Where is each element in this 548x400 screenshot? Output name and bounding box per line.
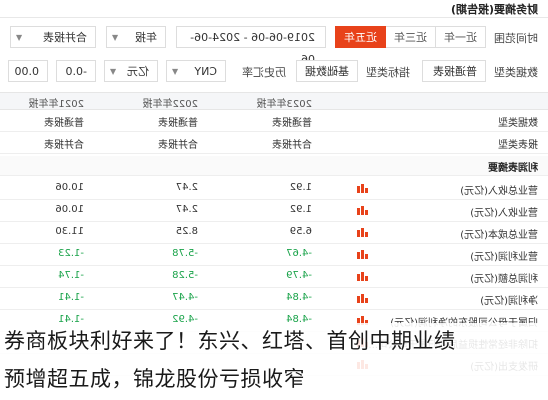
- cell-value: 2.47: [175, 182, 198, 193]
- row-label: 利润总额(亿元): [470, 274, 538, 285]
- bar-chart-icon[interactable]: [356, 227, 368, 237]
- report-type-select[interactable]: 合并报表 ▼: [10, 26, 96, 48]
- range-3y-button[interactable]: 近三年: [385, 26, 436, 48]
- cell-value: 6.59: [289, 226, 312, 237]
- window-titlebar: 财务摘要(报告期): [0, 0, 548, 18]
- cell-value: -5.28: [172, 270, 198, 281]
- range-5y-button[interactable]: 近五年: [335, 26, 386, 48]
- data-type-label: 数据类型: [494, 66, 538, 79]
- chevron-down-icon: ▼: [16, 33, 23, 42]
- chevron-down-icon: ▼: [112, 33, 119, 42]
- col-header: 2021年年报: [28, 99, 84, 110]
- headline-line-2: 预增超五成，锦龙股份亏损收窄: [4, 367, 305, 391]
- time-range-label: 时间范围: [494, 32, 538, 45]
- date-start: 2019-06-06: [251, 31, 315, 44]
- cell-value: 10.06: [55, 204, 84, 215]
- table-row: 数据类型 普通报表 普通报表 普通报表: [0, 110, 548, 132]
- table-row: 净利润(亿元) -4.84 -4.47 -1.41: [0, 288, 548, 310]
- col-header: 2023年年报: [256, 99, 312, 110]
- cell-value: -1.23: [58, 248, 84, 259]
- bar-chart-icon[interactable]: [356, 271, 368, 281]
- screenshot: 财务摘要(报告期) 时间范围 近一年 近三年 近五年 2019-06-06 - …: [0, 0, 548, 400]
- table-row: 营业总收入(亿元) 1.92 2.47 10.06: [0, 178, 548, 200]
- cell-value: -4.84: [286, 292, 312, 303]
- cell-value: -4.79: [286, 270, 312, 281]
- headline-line-1: 券商板块利好来了！东兴、红塔、首创中期业绩: [4, 329, 456, 353]
- date-range-input[interactable]: 2019-06-06 - 2024-06-06: [176, 26, 326, 66]
- bar-chart-icon[interactable]: [356, 205, 368, 215]
- window-title: 财务摘要(报告期): [450, 3, 538, 16]
- chevron-down-icon: ▼: [110, 67, 117, 76]
- table-row: 营业收入(亿元) 1.92 2.47 10.06: [0, 200, 548, 222]
- row-label: 营业总成本(亿元): [460, 230, 538, 241]
- row-label: 营业利润(亿元): [470, 252, 538, 263]
- bar-chart-icon[interactable]: [356, 249, 368, 259]
- table-row: 报表类型 合并报表 合并报表 合并报表: [0, 132, 548, 154]
- indicator-type-select[interactable]: 基础数据: [296, 60, 358, 82]
- table-row: 利润总额(亿元) -4.79 -5.28 -1.74: [0, 266, 548, 288]
- bar-chart-icon[interactable]: [356, 293, 368, 303]
- cell-value: -5.78: [172, 248, 198, 259]
- cell-value: -1.74: [58, 270, 84, 281]
- row-label: 净利润(亿元): [480, 296, 538, 307]
- cell-value: 10.06: [55, 182, 84, 193]
- fx-label: 历史汇率: [242, 66, 286, 79]
- bar-chart-icon[interactable]: [356, 183, 368, 193]
- col-header: 2022年年报: [142, 99, 198, 110]
- headline-overlay: 券商板块利好来了！东兴、红塔、首创中期业绩 预增超五成，锦龙股份亏损收窄: [0, 323, 548, 400]
- unit-select[interactable]: 亿元 ▼: [104, 60, 158, 82]
- table-row: 营业利润(亿元) -4.67 -5.78 -1.23: [0, 244, 548, 266]
- table-header: 2023年年报 2022年年报 2021年年报: [0, 92, 548, 110]
- period-select[interactable]: 年报 ▼: [106, 26, 166, 48]
- cell-value: -1.41: [58, 292, 84, 303]
- cell-value: -4.67: [286, 248, 312, 259]
- cell-value: 8.25: [175, 226, 198, 237]
- row-label: 营业收入(亿元): [470, 208, 538, 219]
- decimals-decrease-button[interactable]: -0.0: [56, 60, 96, 82]
- cell-value: 1.92: [289, 182, 312, 193]
- decimals-increase-button[interactable]: 0.00: [8, 60, 48, 82]
- cell-value: 11.30: [55, 226, 84, 237]
- row-label: 营业总收入(亿元): [460, 186, 538, 197]
- section-header-income[interactable]: 利润表摘要: [0, 156, 548, 176]
- indicator-type-label: 指标类型: [366, 66, 410, 79]
- cell-value: 2.47: [175, 204, 198, 215]
- currency-select[interactable]: CNY ▼: [166, 60, 226, 82]
- cell-value: 1.92: [289, 204, 312, 215]
- chevron-down-icon: ▼: [172, 67, 179, 76]
- table-row: 营业总成本(亿元) 6.59 8.25 11.30: [0, 222, 548, 244]
- range-1y-button[interactable]: 近一年: [435, 26, 486, 48]
- data-type-select[interactable]: 普通报表: [422, 60, 486, 82]
- cell-value: -4.47: [172, 292, 198, 303]
- filter-row-type: 数据类型 普通报表 指标类型 基础数据 历史汇率 CNY ▼ 亿元 ▼ -0.0 0…: [0, 58, 548, 86]
- filter-row-time: 时间范围 近一年 近三年 近五年 2019-06-06 - 2024-06-06…: [0, 24, 548, 66]
